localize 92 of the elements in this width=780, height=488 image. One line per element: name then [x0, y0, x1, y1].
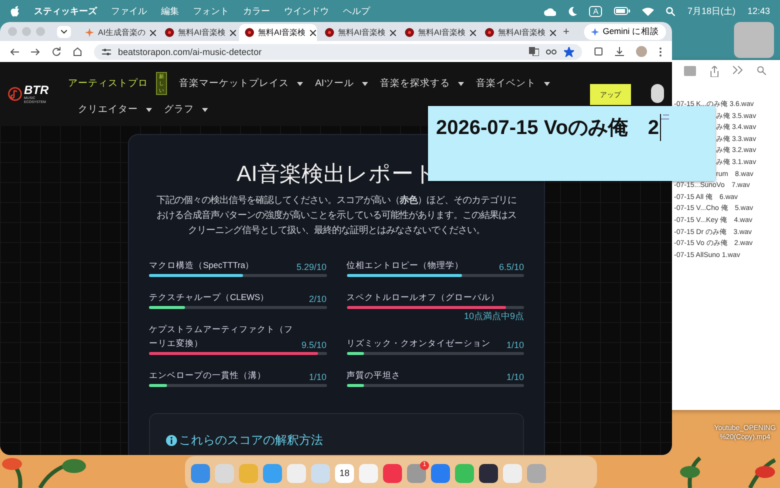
record-icon	[485, 28, 494, 37]
score-value: 1/10	[506, 340, 524, 350]
close-icon[interactable]	[390, 30, 396, 36]
close-icon[interactable]	[310, 30, 316, 36]
browser-tab[interactable]: 無料AI音楽検	[479, 24, 557, 41]
close-icon[interactable]	[230, 30, 236, 36]
cloud-icon[interactable]	[544, 6, 556, 16]
input-source[interactable]: A	[589, 6, 602, 16]
caret-icon[interactable]	[458, 82, 464, 86]
note-text[interactable]: 2026-07-15 Voのみ俺 2	[436, 114, 662, 141]
nav-menu[interactable]: グラフ	[164, 103, 194, 116]
nav-menu[interactable]: クリエイター	[78, 103, 138, 116]
calendar-app-icon[interactable]: 18	[335, 464, 354, 482]
close-icon[interactable]	[150, 30, 156, 36]
avatar[interactable]	[650, 84, 664, 103]
record-icon	[165, 28, 174, 37]
logo-text[interactable]: BTR	[24, 84, 50, 96]
search-icon[interactable]	[666, 6, 676, 16]
score-value: 10点満点中9点	[464, 310, 524, 323]
logo-icon[interactable]	[8, 87, 22, 101]
dock-app-icon[interactable]	[479, 464, 498, 482]
caret-icon[interactable]	[297, 82, 304, 86]
browser-tab[interactable]: 無料AI音楽検	[159, 24, 237, 41]
close-icon[interactable]	[550, 30, 556, 36]
app-menu[interactable]: スティッキーズ	[34, 4, 97, 18]
score-value: 1/10	[308, 372, 326, 382]
browser-tab[interactable]: 無料AI音楽検	[319, 24, 397, 41]
moon-icon[interactable]	[568, 6, 578, 16]
score-value: 5.29/10	[296, 262, 326, 272]
info-heading: これらのスコアの解釈方法	[166, 432, 323, 449]
metric-label: 位相エントロピー（物理学）	[346, 259, 464, 272]
download-icon[interactable]	[615, 47, 624, 56]
profile-avatar[interactable]	[636, 46, 647, 57]
clock: 12:43	[747, 6, 770, 16]
metric-label: リズミック・クオンタイゼーション	[346, 337, 490, 350]
more-icon[interactable]	[659, 46, 662, 56]
menu-item[interactable]: ウインドウ	[284, 4, 329, 18]
info-icon	[166, 435, 177, 446]
sparkle-icon	[590, 28, 599, 36]
wifi-icon[interactable]	[642, 6, 654, 16]
score-value: 1/10	[506, 372, 524, 382]
apple-icon[interactable]	[10, 5, 20, 17]
nav-link[interactable]: アーティストプロ	[68, 77, 148, 90]
date: 7月18日(土)	[687, 4, 736, 18]
menu-item[interactable]: ファイル	[111, 4, 147, 18]
search-icon[interactable]	[757, 66, 766, 75]
metric-label: マクロ構造（SpecTTTra）	[149, 259, 254, 272]
metric-label: ケプストラムアーティファクト（フーリエ変換）	[149, 323, 294, 350]
menu-item[interactable]: フォント	[193, 4, 229, 18]
sticky-note[interactable]: 2026-07-15 Voのみ俺 2	[428, 106, 715, 181]
record-icon	[325, 28, 334, 37]
browser-tab[interactable]: 無料AI音楽検	[399, 24, 477, 41]
record-icon	[405, 28, 414, 37]
metric-label: テクスチャループ（CLEWS）	[149, 291, 270, 304]
chevron-icon[interactable]	[61, 30, 67, 34]
caret-icon[interactable]	[202, 108, 208, 112]
nav-menu[interactable]: 音楽イベント	[476, 77, 536, 90]
caret-icon[interactable]	[146, 108, 152, 112]
metric-label: エンベロープの一貫性（溝）	[149, 369, 266, 382]
gemini-button[interactable]: Gemini に相談	[584, 24, 666, 40]
close-icon[interactable]	[470, 30, 476, 36]
score-value: 6.5/10	[498, 262, 524, 272]
browser-tab[interactable]: AI生成音楽の	[79, 24, 157, 41]
browser-tab[interactable]: 無料AI音楽検	[239, 24, 317, 41]
menu-item[interactable]: ヘルプ	[343, 4, 370, 18]
home-icon[interactable]	[73, 47, 82, 56]
metric-label: 声質の平坦さ	[346, 369, 400, 382]
battery-icon[interactable]	[614, 7, 630, 15]
menu-item[interactable]: カラー	[243, 4, 270, 18]
nav-menu[interactable]: AIツール	[315, 77, 354, 90]
new-tab-button[interactable]: +	[563, 26, 570, 38]
star-icon[interactable]	[564, 46, 574, 56]
chevrons-icon[interactable]	[733, 66, 743, 74]
nav-menu[interactable]: 音楽を探求する	[380, 77, 450, 90]
forward-icon[interactable]	[31, 48, 40, 56]
score-value: 9.5/10	[301, 340, 326, 350]
nav-menu[interactable]: 音楽マーケットプレイス	[179, 77, 290, 90]
tab-list-button[interactable]	[57, 26, 71, 38]
reload-icon[interactable]	[52, 47, 61, 56]
share-icon[interactable]	[710, 66, 719, 77]
address-bar[interactable]: beatstorapon.com/ai-music-detector	[94, 44, 582, 60]
record-icon	[245, 28, 254, 37]
report-description: 下記の個々の検出信号を確認してください。スコアが高い（赤色）ほど、そのカテゴリにおける合成音声パターンの強度が高いことを示している可能性があります。この結果はスクリーニング信号として扱い、最終的な証明とはみなさないでください。	[156, 194, 518, 237]
menu-item[interactable]: 編集	[161, 4, 179, 18]
caret-icon[interactable]	[544, 82, 550, 86]
site-settings-icon[interactable]	[102, 48, 111, 56]
url-text: beatstorapon.com/ai-music-detector	[118, 46, 263, 56]
score-value: 2/10	[308, 294, 326, 304]
caret-icon[interactable]	[362, 82, 368, 86]
sparkle-icon	[85, 28, 94, 37]
back-icon[interactable]	[10, 48, 19, 56]
metric-label: スペクトルロールオフ（グローバル）	[346, 291, 500, 304]
